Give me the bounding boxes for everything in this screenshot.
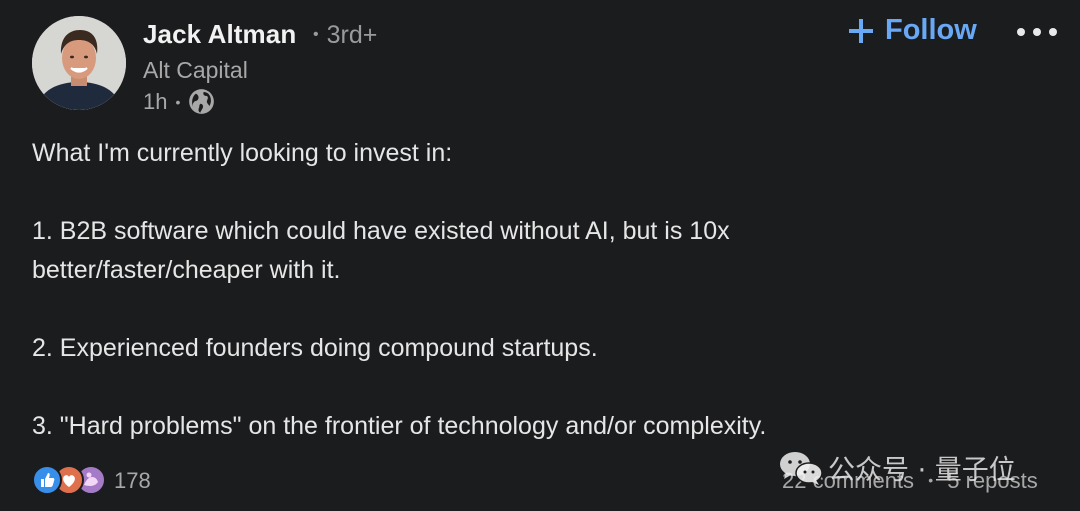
reaction-icons <box>32 465 108 497</box>
reaction-count: 178 <box>114 468 151 493</box>
separator-dot: • <box>175 93 181 110</box>
author-name[interactable]: Jack Altman <box>143 19 296 50</box>
engagement-summary: 22 comments • 5 reposts <box>782 468 1038 494</box>
more-icon[interactable] <box>1014 22 1060 42</box>
post-body: What I'm currently looking to invest in:… <box>32 134 1052 446</box>
degree-label: 3rd+ <box>326 21 378 49</box>
follow-button[interactable]: Follow <box>847 14 977 47</box>
linkedin-post: Jack Altman • 3rd+ Alt Capital 1h • Follo… <box>0 0 1080 511</box>
post-paragraph: 3. "Hard problems" on the frontier of te… <box>32 412 767 440</box>
post-meta: 1h • <box>143 88 215 115</box>
globe-icon <box>189 89 215 114</box>
post-paragraph: 1. B2B software which could have existed… <box>32 217 730 284</box>
reposts-link[interactable]: 5 reposts <box>947 468 1038 493</box>
follow-label: Follow <box>885 14 977 46</box>
post-paragraph: 2. Experienced founders doing compound s… <box>32 334 598 362</box>
author-company: Alt Capital <box>143 57 248 83</box>
avatar-photo <box>32 16 126 110</box>
like-icon <box>32 465 62 495</box>
separator-dot: • <box>928 472 934 488</box>
plus-icon <box>849 18 873 43</box>
connection-degree: • 3rd+ <box>313 21 377 50</box>
comments-link[interactable]: 22 comments <box>782 468 914 493</box>
post-paragraph: What I'm currently looking to invest in: <box>32 139 453 167</box>
reactions-summary[interactable]: 178 <box>32 465 151 497</box>
avatar[interactable] <box>32 16 126 110</box>
separator-dot: • <box>313 26 319 43</box>
post-time: 1h <box>143 88 168 114</box>
